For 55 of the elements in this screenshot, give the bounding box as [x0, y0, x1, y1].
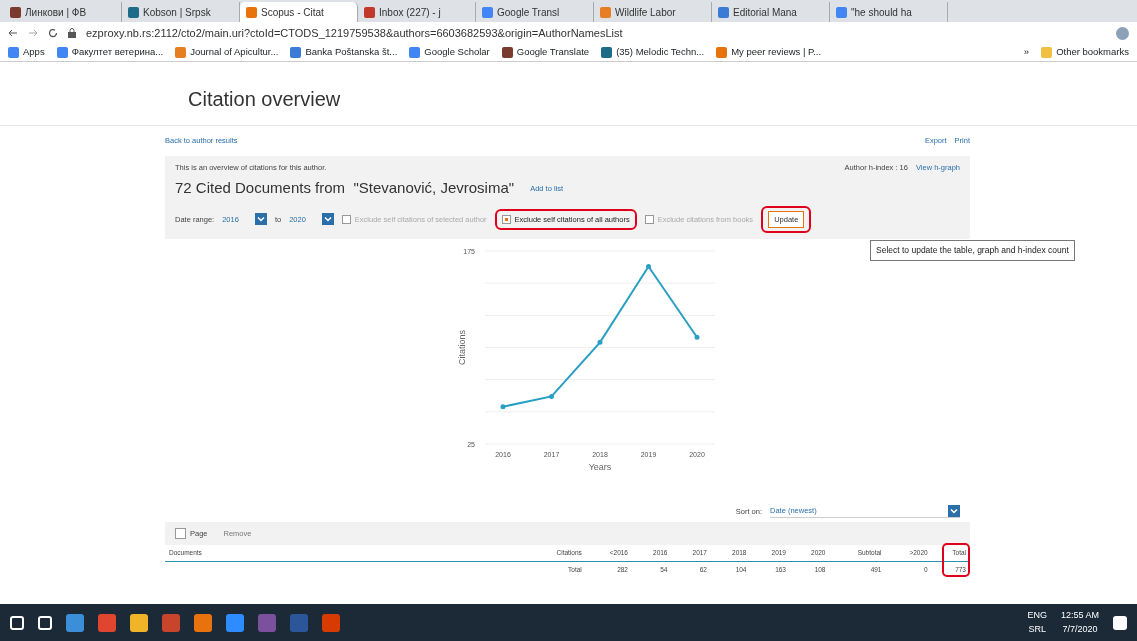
address-field[interactable]: ezproxy.nb.rs:2112/cto2/main.uri?ctoId=CTODS_1219759538&authors=6603682593&origin=AuthorNamesList — [86, 24, 1106, 42]
bookmark-icon — [56, 47, 68, 58]
data-point — [549, 393, 554, 399]
bookmark[interactable]: Banka Poštanska št... — [290, 45, 398, 60]
layout-indicator[interactable]: SRL — [1027, 622, 1047, 636]
bookmark[interactable]: Apps — [8, 45, 45, 60]
bookmark[interactable]: Journal of Apicultur... — [175, 45, 279, 60]
avatar-icon[interactable] — [1116, 26, 1129, 40]
taskbar-app-icon[interactable] — [130, 613, 148, 632]
folder-icon — [1041, 47, 1053, 58]
favicon-icon — [718, 6, 729, 18]
lock-icon — [68, 28, 76, 38]
reload-icon[interactable] — [48, 28, 58, 38]
documents-heading: 72 Cited Documents from "Stevanović, Jevrosima" — [175, 178, 515, 199]
chevron-icon — [948, 505, 960, 517]
data-point — [646, 263, 651, 269]
bookmark[interactable]: My peer reviews | P... — [716, 45, 822, 60]
clock-date[interactable]: 7/7/2020 — [1060, 622, 1099, 636]
browser-tab[interactable]: Scopus - Citat — [240, 2, 358, 22]
chevron-icon — [321, 213, 334, 226]
more-bookmarks-button[interactable]: » — [1023, 45, 1030, 60]
bookmark-icon — [8, 47, 19, 58]
bookmark-icon — [290, 47, 302, 58]
y-axis-title: Citations — [457, 330, 467, 365]
taskbar-app-icon[interactable] — [10, 615, 24, 630]
data-point — [500, 404, 506, 410]
bookmark[interactable]: Факултет ветерина... — [56, 45, 164, 60]
back-icon[interactable] — [8, 28, 18, 38]
language-indicator[interactable]: ENG — [1027, 609, 1047, 623]
bookmark[interactable]: Google Translate — [501, 45, 590, 60]
bookmark-icon — [716, 47, 728, 58]
favicon-icon — [246, 6, 257, 18]
chevron-icon — [254, 213, 267, 226]
taskbar-app-icon[interactable] — [38, 615, 52, 630]
favicon-icon — [364, 6, 375, 18]
favicon-icon — [10, 6, 21, 18]
tooltip: Select to update the table, graph and h-index count — [870, 240, 1075, 261]
bookmark[interactable]: Google Scholar — [409, 45, 490, 60]
favicon-icon — [600, 6, 611, 18]
favicon-icon — [128, 6, 139, 18]
favicon-icon — [482, 6, 493, 18]
bookmark-icon — [501, 47, 513, 58]
x-axis-title: Years — [588, 462, 612, 472]
notification-icon[interactable] — [1113, 615, 1127, 630]
data-point — [694, 334, 700, 340]
bookmark-icon — [601, 47, 613, 58]
annotation-outline — [942, 543, 970, 578]
bookmark-icon — [409, 47, 421, 58]
favicon-icon — [836, 6, 847, 18]
bookmark[interactable]: (35) Melodic Techn... — [601, 45, 705, 60]
clock-time[interactable]: 12:55 AM — [1060, 609, 1099, 623]
bookmark[interactable]: Other bookmarks — [1041, 45, 1129, 60]
bookmark-icon — [175, 47, 187, 58]
data-point — [597, 339, 603, 345]
page-title: Citation overview — [0, 62, 1137, 126]
